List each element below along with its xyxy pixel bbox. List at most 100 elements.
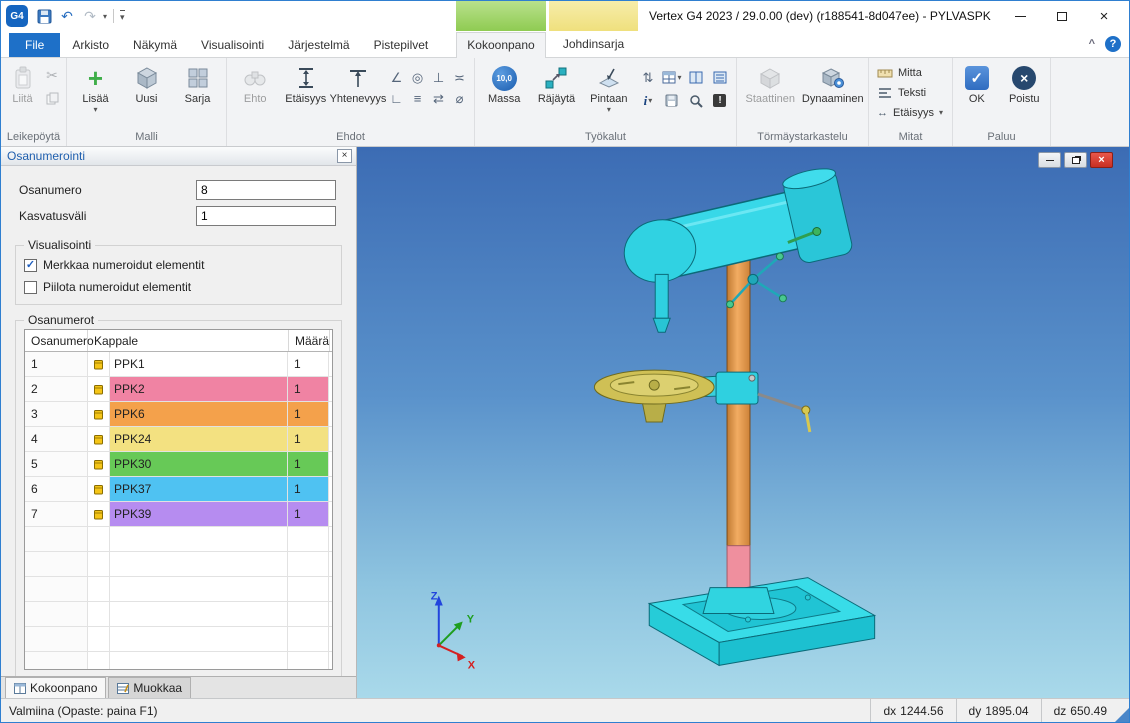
table-row[interactable]: 5 PPK30 1	[25, 452, 332, 477]
massa-button[interactable]: 10,0 Massa	[479, 61, 529, 131]
to-surface-icon	[597, 63, 621, 93]
resize-grip[interactable]	[1115, 708, 1129, 722]
merkkaa-checkbox-row[interactable]: ✓ Merkkaa numeroidut elementit	[24, 254, 333, 276]
ehto-button[interactable]: Ehto	[231, 61, 280, 131]
parallel-constraint-icon[interactable]: ≡	[407, 88, 428, 109]
redo-dropdown-icon[interactable]: ▾	[103, 12, 107, 21]
empty-table-row	[25, 527, 332, 552]
merkkaa-checkbox[interactable]: ✓	[24, 259, 37, 272]
coincident-constraint-icon[interactable]: ≍	[449, 67, 470, 88]
kasvatusvali-input[interactable]	[196, 206, 336, 226]
part-icon	[92, 483, 105, 496]
yhtenevyys-button[interactable]: Yhtenevyys	[332, 61, 384, 131]
ribbon-collapse-icon[interactable]: ^	[1089, 38, 1095, 50]
quick-access-toolbar: ↶ ↷ ▾ ▾	[34, 6, 125, 26]
piilota-checkbox[interactable]	[24, 281, 37, 294]
paste-button[interactable]: Liitä	[5, 61, 40, 131]
group-label-mitat: Mitat	[869, 131, 952, 146]
undo-icon[interactable]: ↶	[57, 6, 77, 26]
pintaan-button[interactable]: Pintaan ▾	[584, 61, 634, 131]
rajayta-button[interactable]: Räjäytä	[531, 61, 581, 131]
tab-johdinsarja[interactable]: Johdinsarja	[549, 32, 638, 58]
corner-constraint-icon[interactable]: ∟	[386, 88, 407, 109]
help-icon[interactable]: ?	[1105, 36, 1121, 52]
table-row[interactable]: 1 PPK1 1	[25, 352, 332, 377]
view-pane-list-icon[interactable]	[708, 66, 732, 89]
cut-icon[interactable]: ✂	[42, 65, 62, 85]
osanumero-input[interactable]	[196, 180, 336, 200]
ribbon-group-ehdot: Ehto Etäisyys Yhtenevyys ∠ ◎	[227, 58, 475, 146]
concentric-constraint-icon[interactable]: ◎	[407, 67, 428, 88]
empty-table-row	[25, 627, 332, 652]
osanumerot-legend: Osanumerot	[24, 313, 98, 327]
tab-kokoonpano[interactable]: Kokoonpano	[456, 32, 546, 58]
ribbon-group-malli: + Lisää ▾ Uusi Sarja Malli	[67, 58, 227, 146]
sarja-button[interactable]: Sarja	[173, 61, 222, 131]
panel-title: Osanumerointi	[7, 149, 337, 163]
distance-arrow-icon: ↔	[877, 107, 888, 119]
ribbon: Liitä ✂ Leikepöytä + Lisää ▾	[1, 58, 1129, 147]
customize-toolbar-icon[interactable]: ▾	[120, 10, 125, 23]
tab-nakyma[interactable]: Näkymä	[121, 33, 189, 57]
table-row[interactable]: 2 PPK2 1	[25, 377, 332, 402]
staattinen-button[interactable]: Staattinen	[741, 61, 800, 131]
copy-icon[interactable]	[42, 88, 62, 108]
viewport-minimize-button[interactable]	[1038, 152, 1061, 168]
angle-constraint-icon[interactable]: ∠	[386, 67, 407, 88]
tab-visualisointi[interactable]: Visualisointi	[189, 33, 276, 57]
symmetric-constraint-icon[interactable]: ⇄	[428, 88, 449, 109]
text-icon	[877, 87, 893, 99]
drill-press-model: Z Y X	[357, 147, 1129, 698]
mitta-button[interactable]: Mitta	[873, 63, 948, 82]
teksti-button[interactable]: Teksti	[873, 83, 948, 102]
ok-button[interactable]: ✓ OK	[957, 61, 997, 131]
redo-icon[interactable]: ↷	[80, 6, 100, 26]
series-grid-icon	[187, 63, 209, 93]
piilota-checkbox-row[interactable]: Piilota numeroidut elementit	[24, 276, 333, 298]
etaisyys-button[interactable]: Etäisyys	[282, 61, 331, 131]
tab-pistepilvet[interactable]: Pistepilvet	[362, 33, 441, 57]
toolbar-separator	[113, 9, 114, 23]
table-row[interactable]: 6 PPK37 1	[25, 477, 332, 502]
etaisyys-mitta-button[interactable]: ↔ Etäisyys ▾	[873, 103, 948, 122]
base	[649, 578, 874, 666]
table-row[interactable]: 3 PPK6 1	[25, 402, 332, 427]
info-icon[interactable]: i▾	[636, 89, 660, 112]
tab-jarjestelma[interactable]: Järjestelmä	[276, 33, 361, 57]
part-number-table: Osanumero Kappale Määrä 1 PPK1 1	[24, 329, 333, 670]
viewport-restore-button[interactable]	[1064, 152, 1087, 168]
table-row[interactable]: 4 PPK24 1	[25, 427, 332, 452]
panel-close-icon[interactable]: ×	[337, 149, 352, 163]
panel-tab-muokkaa[interactable]: Muokkaa	[108, 677, 191, 698]
lisaa-button[interactable]: + Lisää ▾	[71, 61, 120, 131]
uusi-button[interactable]: Uusi	[122, 61, 171, 131]
tab-file[interactable]: File	[9, 33, 60, 57]
table-row[interactable]: 7 PPK39 1	[25, 502, 332, 527]
tab-arkisto[interactable]: Arkisto	[60, 33, 121, 57]
perpendicular-constraint-icon[interactable]: ⊥	[428, 67, 449, 88]
minimize-button[interactable]	[999, 1, 1041, 31]
viewport-close-button[interactable]: ×	[1090, 152, 1113, 168]
app-logo[interactable]: G4	[6, 5, 28, 27]
diameter-constraint-icon[interactable]: ⌀	[449, 88, 470, 109]
model-viewport[interactable]: Z Y X ×	[357, 147, 1129, 698]
ribbon-tab-bar: File Arkisto Näkymä Visualisointi Järjes…	[1, 31, 1129, 58]
zoom-search-icon[interactable]	[684, 89, 708, 112]
close-button[interactable]: ×	[1083, 1, 1125, 31]
dynaaminen-button[interactable]: Dynaaminen	[802, 61, 864, 131]
save-view-icon[interactable]	[660, 89, 684, 112]
group-label-malli: Malli	[67, 131, 226, 146]
poistu-button[interactable]: × Poistu	[1003, 61, 1046, 131]
panel-tab-kokoonpano[interactable]: Kokoonpano	[5, 677, 106, 698]
renumber-icon[interactable]: ⇅	[636, 66, 660, 89]
maximize-button[interactable]	[1041, 1, 1083, 31]
status-message: Valmiina (Opaste: paina F1)	[1, 704, 870, 718]
distance-constraint-icon	[295, 63, 317, 93]
ribbon-group-paluu: ✓ OK × Poistu Paluu	[953, 58, 1051, 146]
coincidence-icon	[347, 63, 369, 93]
view-pane-icon[interactable]	[684, 66, 708, 89]
warning-icon[interactable]: !	[708, 89, 732, 112]
parts-table-icon[interactable]: ▾	[660, 66, 684, 89]
status-dy: dy1895.04	[956, 699, 1041, 722]
save-icon[interactable]	[34, 6, 54, 26]
